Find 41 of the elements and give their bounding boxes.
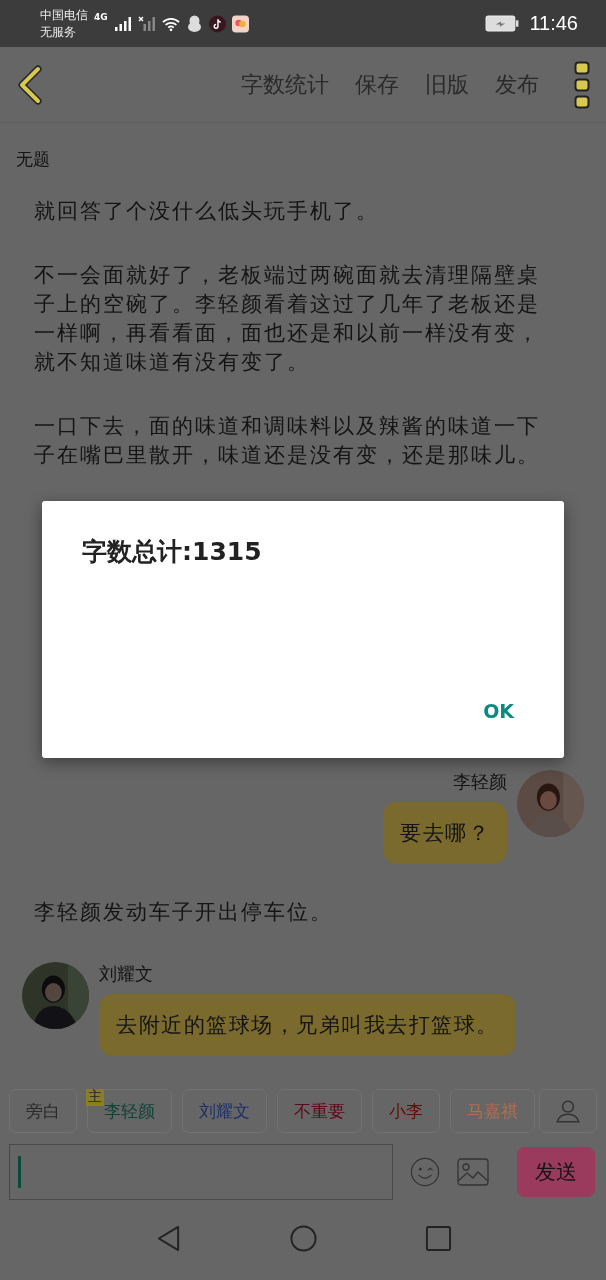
more-icon[interactable]: [574, 60, 590, 109]
narration-text: 不一会面就好了，老板端过两碗面就去清理隔壁桌子上的空碗了。李轻颜看着这过了几年了老板还是一样啊，再看看面，面也还是和以前一样没有变，就不知道味道有没有变了。: [34, 262, 541, 376]
no-signal-icon: [137, 15, 156, 32]
clock-time: 11:46: [529, 12, 578, 35]
main-badge: 主: [86, 1089, 104, 1106]
message-bubble: 去附近的篮球场，兄弟叫我去打篮球。: [99, 994, 516, 1056]
speaker-name: 李轻颜: [453, 770, 507, 794]
signal-icon: [113, 15, 132, 32]
carrier-name: 中国电信: [40, 6, 88, 24]
message-bubble: 要去哪？: [383, 802, 507, 864]
character-chip[interactable]: 刘耀文: [182, 1089, 267, 1133]
image-icon[interactable]: [457, 1157, 489, 1187]
character-chip[interactable]: 旁白: [9, 1089, 77, 1133]
toolbar-action[interactable]: 发布: [482, 69, 552, 100]
person-button[interactable]: [539, 1089, 597, 1133]
ok-button[interactable]: OK: [477, 694, 520, 728]
narration-text: 就回答了个没什么低头玩手机了。: [34, 198, 380, 225]
character-chip[interactable]: 马嘉祺: [450, 1089, 535, 1133]
input-field[interactable]: [9, 1144, 393, 1200]
dialog-message: 字数总计:1315: [82, 536, 262, 568]
narration-text: 一口下去，面的味道和调味料以及辣酱的味道一下子在嘴巴里散开，味道还是没有变，还是那味儿。: [34, 413, 541, 469]
toolbar-action[interactable]: 保存: [342, 69, 412, 100]
person-icon: [555, 1098, 581, 1124]
home-nav-icon[interactable]: [289, 1224, 317, 1252]
send-button[interactable]: 发送: [517, 1147, 595, 1197]
battery-icon: [485, 15, 520, 32]
music-note-icon: [208, 14, 226, 33]
network-type: 4G: [94, 12, 108, 22]
toolbar-action[interactable]: 字数统计: [228, 69, 342, 100]
recents-nav-icon[interactable]: [424, 1224, 452, 1252]
back-icon[interactable]: [16, 64, 44, 105]
toolbar-action[interactable]: 旧版: [412, 69, 482, 100]
wifi-icon: [161, 15, 180, 32]
character-chip[interactable]: 小李: [372, 1089, 440, 1133]
character-chip[interactable]: 李轻颜 主: [87, 1089, 172, 1133]
service-status: 无服务: [40, 23, 77, 41]
emoji-icon[interactable]: [409, 1157, 441, 1187]
character-chip[interactable]: 不重要: [277, 1089, 362, 1133]
narration-text: 李轻颜发动车子开出停车位。: [34, 899, 334, 926]
document-title[interactable]: 无题: [0, 123, 606, 195]
speaker-name: 刘耀文: [99, 962, 154, 986]
